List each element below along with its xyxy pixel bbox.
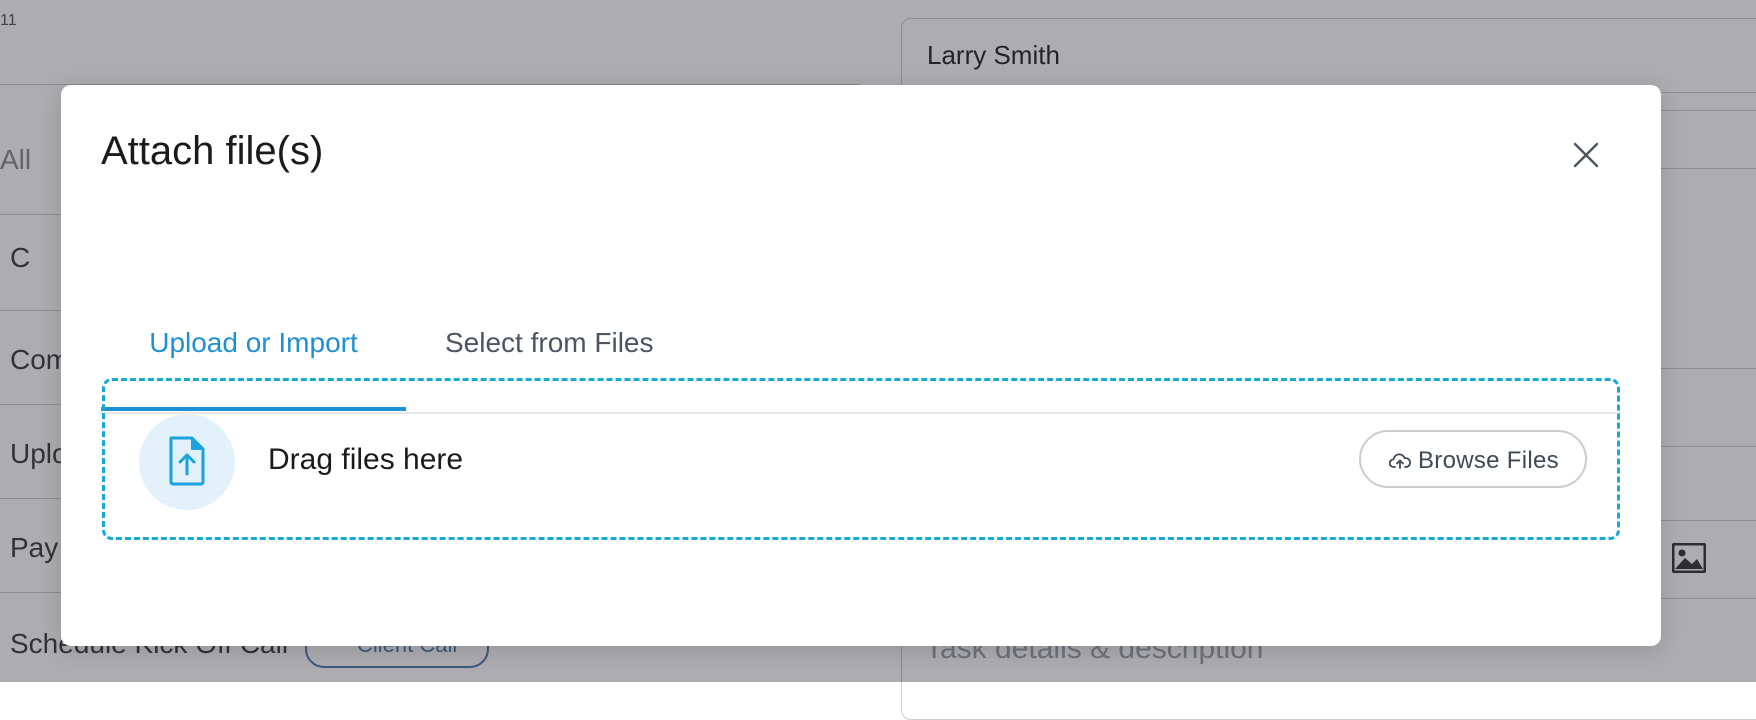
close-icon [1573,142,1599,168]
browse-files-label: Browse Files [1418,447,1559,474]
modal-title: Attach file(s) [101,129,324,173]
attach-files-modal: Attach file(s) Upload or Import Select f… [61,85,1661,646]
cloud-upload-icon [1389,453,1411,469]
drag-files-text: Drag files here [268,443,464,476]
close-button[interactable] [1566,135,1606,175]
browse-files-button[interactable]: Browse Files [1359,430,1587,488]
file-upload-icon [169,436,205,486]
tab-bar: Upload or Import Select from Files [61,241,1661,414]
file-upload-badge [139,414,235,510]
file-dropzone[interactable]: Drag files here Browse Files [102,378,1620,540]
